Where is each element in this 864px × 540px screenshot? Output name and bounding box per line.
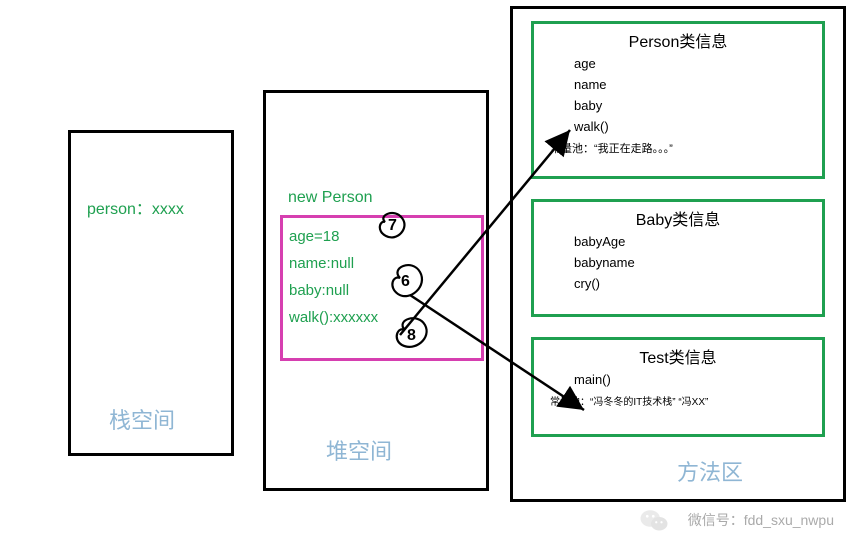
stack-area: person：xxxx 栈空间 [68,130,234,456]
heap-new-person: new Person [288,189,373,207]
test-field-main: main() [574,372,812,387]
heap-area: new Person age=18 name:null baby:null wa… [263,90,489,491]
person-const-pool: 常量池：“我正在走路。。。” [550,140,812,156]
wechat-icon [639,505,669,535]
person-class-title: Person类信息 [534,28,822,52]
heap-field-name: name:null [289,255,481,272]
baby-field-cry: cry() [574,276,812,291]
method-area-label: 方法区 [677,455,743,487]
person-class-box: Person类信息 age name baby walk() 常量池：“我正在走… [531,21,825,179]
method-area: Person类信息 age name baby walk() 常量池：“我正在走… [510,6,846,502]
baby-class-title: Baby类信息 [534,206,822,230]
stack-variable: person：xxxx [87,195,184,219]
person-field-name: name [574,77,812,92]
test-const-pool: 常量池：“冯冬冬的IT技术栈” “冯XX” [550,393,812,408]
test-class-box: Test类信息 main() 常量池：“冯冬冬的IT技术栈” “冯XX” [531,337,825,437]
heap-person-object: age=18 name:null baby:null walk():xxxxxx [280,215,484,361]
stack-label: 栈空间 [109,403,175,435]
baby-field-babyname: babyname [574,255,812,270]
test-class-title: Test类信息 [534,344,822,368]
heap-field-baby: baby:null [289,282,481,299]
baby-class-box: Baby类信息 babyAge babyname cry() [531,199,825,317]
heap-label: 堆空间 [326,434,392,466]
person-field-baby: baby [574,98,812,113]
heap-field-walk: walk():xxxxxx [289,309,481,326]
heap-field-age: age=18 [289,228,481,245]
person-field-age: age [574,56,812,71]
watermark-text: 微信号：fdd_sxu_nwpu [688,510,834,530]
person-field-walk: walk() [574,119,812,134]
baby-field-babyage: babyAge [574,234,812,249]
